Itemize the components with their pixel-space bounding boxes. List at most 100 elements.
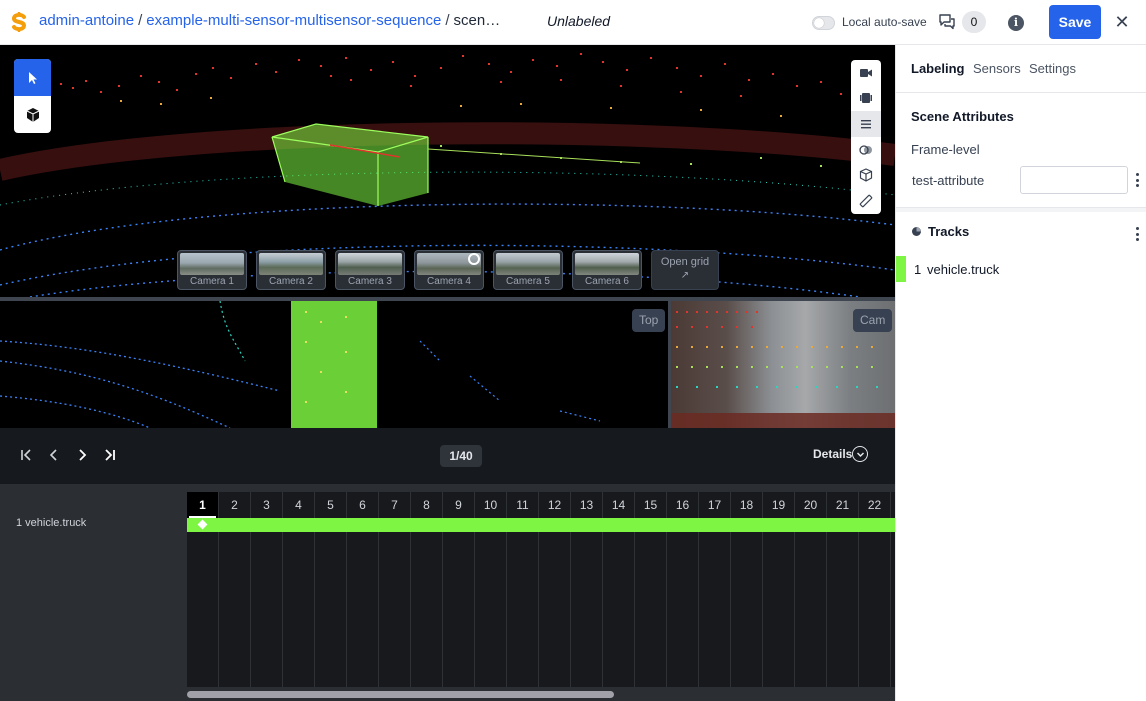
autosave-toggle[interactable] xyxy=(812,16,835,30)
camera-selected-indicator xyxy=(468,253,480,265)
timeline-grid[interactable]: 1 2 3 4 5 6 7 8 9 10 11 12 13 14 15 16 17 18 19 20 21 22 xyxy=(187,492,895,687)
timeline-frame-column[interactable] xyxy=(379,518,411,687)
select-tool-button[interactable] xyxy=(14,59,51,96)
tab-labeling[interactable]: Labeling xyxy=(911,61,964,76)
track-color-swatch xyxy=(896,256,906,282)
timeline-frame-number[interactable]: 1 xyxy=(187,492,219,518)
first-frame-icon[interactable] xyxy=(18,447,34,463)
section-separator xyxy=(896,207,1146,212)
timeline-frame-number[interactable]: 2 xyxy=(219,492,251,518)
close-icon[interactable]: ✕ xyxy=(1113,13,1131,31)
tracks-menu-icon[interactable] xyxy=(1135,227,1139,241)
save-button[interactable]: Save xyxy=(1049,5,1101,39)
timeline-frame-column[interactable] xyxy=(475,518,507,687)
camera-label: Camera 3 xyxy=(348,276,392,287)
timeline-frame-number[interactable]: 14 xyxy=(603,492,635,518)
previous-frame-icon[interactable] xyxy=(46,447,62,463)
next-frame-icon[interactable] xyxy=(74,447,90,463)
timeline-scrollbar[interactable] xyxy=(187,691,614,698)
camera-view-button[interactable] xyxy=(851,60,881,86)
timeline-frame-column[interactable] xyxy=(635,518,667,687)
timeline-frame-number[interactable]: 17 xyxy=(699,492,731,518)
attribute-input[interactable] xyxy=(1020,166,1128,194)
playback-controls: 1/40 Details xyxy=(0,428,895,484)
timeline-frame-column[interactable] xyxy=(763,518,795,687)
tab-settings[interactable]: Settings xyxy=(1029,61,1076,76)
timeline-frame-column[interactable] xyxy=(443,518,475,687)
track-list-item[interactable]: 1 vehicle.truck xyxy=(896,256,1146,282)
camera-strip: Camera 1 Camera 2 Camera 3 Camera 4 Came… xyxy=(177,250,719,290)
timeline-frame-column[interactable] xyxy=(315,518,347,687)
app-logo-icon[interactable] xyxy=(10,11,28,33)
timeline-frame-column[interactable] xyxy=(731,518,763,687)
timeline-frame-column[interactable] xyxy=(667,518,699,687)
top-view-label: Top xyxy=(632,309,666,332)
timeline-frame-number[interactable]: 19 xyxy=(763,492,795,518)
camera-thumbnail[interactable]: Camera 3 xyxy=(335,250,405,290)
camera-thumbnail[interactable]: Camera 2 xyxy=(256,250,326,290)
timeline-frame-column[interactable] xyxy=(187,518,219,687)
timeline-frame-column[interactable] xyxy=(283,518,315,687)
truck-cuboid[interactable] xyxy=(271,123,429,206)
timeline-frame-number[interactable]: 21 xyxy=(827,492,859,518)
breadcrumb-scene: scen… xyxy=(453,12,501,29)
frames-view-button[interactable] xyxy=(851,86,881,112)
timeline-frame-column[interactable] xyxy=(603,518,635,687)
layers-button[interactable] xyxy=(851,111,881,137)
timeline-frame-number[interactable]: 8 xyxy=(411,492,443,518)
timeline-frame-number[interactable]: 16 xyxy=(667,492,699,518)
timeline-frame-number[interactable]: 10 xyxy=(475,492,507,518)
camera-thumbnail[interactable]: Camera 5 xyxy=(493,250,563,290)
timeline-frame-number[interactable]: 22 xyxy=(859,492,891,518)
timeline-frame-number[interactable]: 12 xyxy=(539,492,571,518)
timeline-frame-column[interactable] xyxy=(571,518,603,687)
external-link-icon: ↗ xyxy=(680,270,690,281)
details-toggle[interactable]: Details xyxy=(813,447,852,461)
truck-cuboid-top[interactable] xyxy=(291,301,377,428)
camera-thumbnail[interactable]: Camera 6 xyxy=(572,250,642,290)
timeline-frame-column[interactable] xyxy=(827,518,859,687)
timeline-frame-column[interactable] xyxy=(539,518,571,687)
timeline-frame-number[interactable]: 15 xyxy=(635,492,667,518)
timeline-frame-number[interactable]: 5 xyxy=(315,492,347,518)
lidar-3d-view[interactable]: Camera 1 Camera 2 Camera 3 Camera 4 Came… xyxy=(0,45,895,297)
overlay-button[interactable] xyxy=(851,137,881,163)
tab-sensors[interactable]: Sensors xyxy=(973,61,1021,76)
timeline-frame-number[interactable]: 9 xyxy=(443,492,475,518)
timeline-frame-number[interactable]: 18 xyxy=(731,492,763,518)
camera-thumbnail[interactable]: Camera 1 xyxy=(177,250,247,290)
breadcrumb-org-link[interactable]: admin-antoine xyxy=(39,12,134,29)
timeline-frame-column[interactable] xyxy=(795,518,827,687)
breadcrumb-dataset-link[interactable]: example-multi-sensor-multisensor-sequenc… xyxy=(146,12,441,29)
attribute-menu-icon[interactable] xyxy=(1135,173,1139,187)
timeline-frame-column[interactable] xyxy=(219,518,251,687)
timeline-frame-number[interactable]: 6 xyxy=(347,492,379,518)
box-display-button[interactable] xyxy=(851,162,881,188)
timeline-frame-number[interactable]: 13 xyxy=(571,492,603,518)
camera-view[interactable]: Cam xyxy=(671,301,895,428)
timeline-frame-number[interactable]: 7 xyxy=(379,492,411,518)
top-bar: admin-antoine / example-multi-sensor-multi… xyxy=(0,0,1146,45)
timeline-frame-column[interactable] xyxy=(347,518,379,687)
timeline-frame-column[interactable] xyxy=(507,518,539,687)
chevron-down-icon[interactable] xyxy=(852,446,868,462)
timeline-frame-number[interactable]: 3 xyxy=(251,492,283,518)
top-view[interactable]: Top xyxy=(0,301,668,428)
info-icon[interactable]: i xyxy=(1008,15,1024,31)
timeline-frame-number[interactable]: 11 xyxy=(507,492,539,518)
camera-thumbnail[interactable]: Camera 4 xyxy=(414,250,484,290)
last-frame-icon[interactable] xyxy=(102,447,118,463)
camera-image xyxy=(575,253,639,275)
cuboid-tool-button[interactable] xyxy=(14,96,51,133)
comments-icon[interactable] xyxy=(938,13,956,31)
track-bar[interactable] xyxy=(187,518,895,532)
timeline-frame-column[interactable] xyxy=(699,518,731,687)
measure-button[interactable] xyxy=(851,188,881,214)
timeline-frame-column[interactable] xyxy=(411,518,443,687)
keyframe-marker[interactable] xyxy=(197,519,208,530)
open-grid-button[interactable]: Open grid ↗ xyxy=(651,250,719,290)
timeline-frame-number[interactable]: 4 xyxy=(283,492,315,518)
timeline-frame-column[interactable] xyxy=(251,518,283,687)
timeline-frame-number[interactable]: 20 xyxy=(795,492,827,518)
timeline-frame-column[interactable] xyxy=(859,518,891,687)
